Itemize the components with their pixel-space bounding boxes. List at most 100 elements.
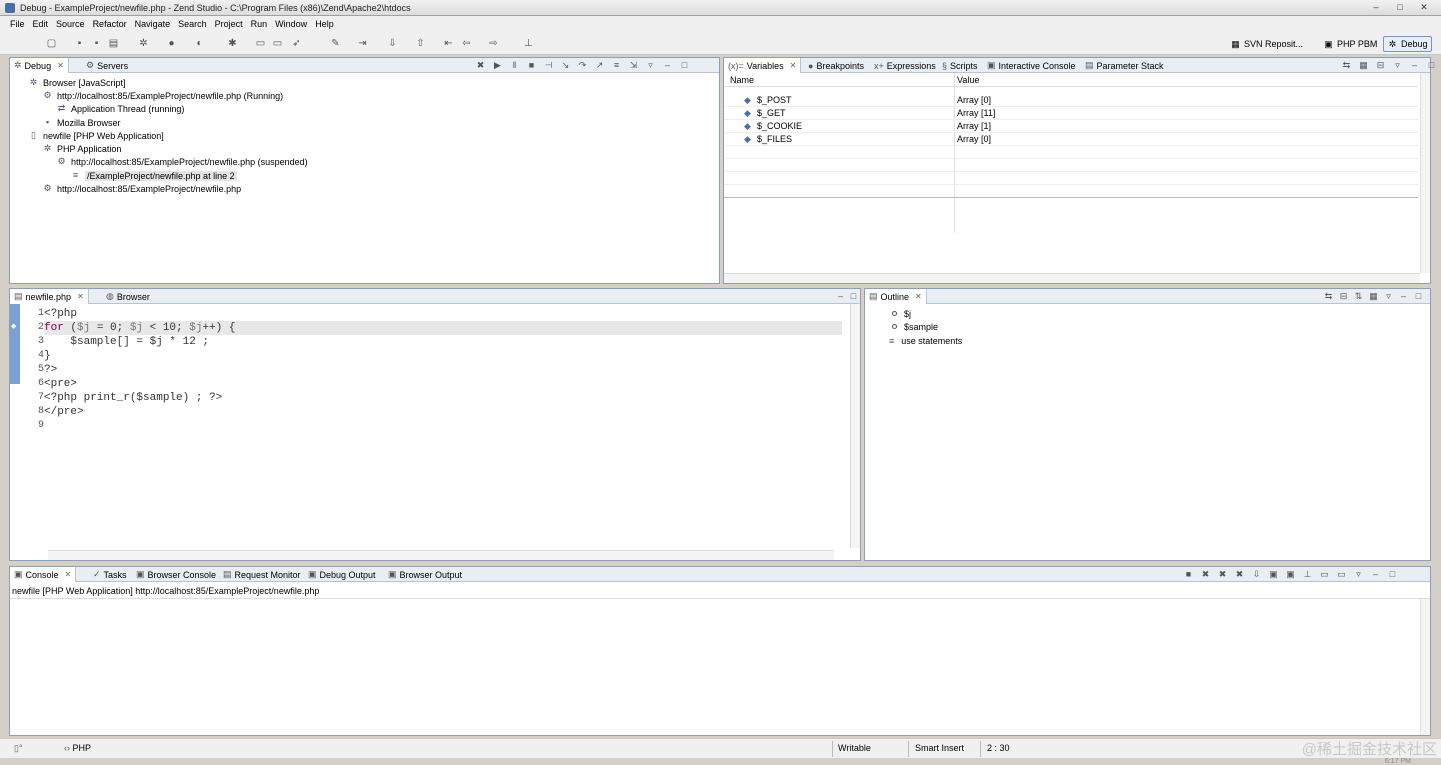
code-line[interactable]: <?php <box>44 307 842 321</box>
terminate-icon[interactable]: ■ <box>526 59 537 71</box>
view-menu-icon[interactable]: ▿ <box>645 59 656 71</box>
new-icon[interactable]: ▢ <box>45 37 58 50</box>
tab-expressions[interactable]: x+ Expressions <box>870 58 940 73</box>
tab-outline[interactable]: ▤ Outline ✕ <box>865 289 927 304</box>
tab-browser-output[interactable]: ▣ Browser Output <box>384 567 466 582</box>
minimize-view-icon[interactable]: – <box>1370 568 1381 580</box>
forward-icon[interactable]: ⇨ <box>487 37 500 50</box>
outline-item[interactable]: $j <box>892 307 911 320</box>
disconnect-icon[interactable]: ⊣ <box>543 59 554 71</box>
tab-variables[interactable]: (x)= Variables ✕ <box>724 58 802 73</box>
show-logical-structure-icon[interactable]: ▦ <box>1358 59 1369 71</box>
editor-hscrollbar[interactable] <box>48 550 834 560</box>
bug-icon[interactable]: ✱ <box>226 37 239 50</box>
next-annotation-icon[interactable]: ⇥ <box>356 37 369 50</box>
menu-file[interactable]: File <box>10 19 25 29</box>
show-on-error-icon[interactable]: ▣ <box>1285 568 1296 580</box>
menu-run[interactable]: Run <box>251 19 268 29</box>
code-line[interactable]: <?php print_r($sample) ; ?> <box>44 391 842 405</box>
column-name[interactable]: Name <box>730 75 754 85</box>
rocket-icon[interactable]: ➶ <box>290 37 303 50</box>
variable-row[interactable]: ◆ $_COOKIE Array [1] <box>724 120 1418 133</box>
variables-scrollbar[interactable] <box>1420 73 1430 273</box>
step-over-icon[interactable]: ↷ <box>577 59 588 71</box>
step-down-icon[interactable]: ⇩ <box>386 37 399 50</box>
tab-servers[interactable]: ⚙ Servers <box>82 58 132 73</box>
tree-item-browser-js[interactable]: ✲ Browser [JavaScript] <box>28 76 126 89</box>
remove-all-icon[interactable]: ✖ <box>1217 568 1228 580</box>
tab-breakpoints[interactable]: ● Breakpoints <box>804 58 868 73</box>
code-line[interactable] <box>44 419 842 433</box>
minimize-view-icon[interactable]: – <box>1409 59 1420 71</box>
link-with-editor-icon[interactable]: ⇆ <box>1323 290 1334 302</box>
menu-help[interactable]: Help <box>315 19 334 29</box>
tab-request-monitor[interactable]: ▤ Request Monitor <box>219 567 305 582</box>
menu-navigate[interactable]: Navigate <box>135 19 171 29</box>
minimize-button[interactable]: – <box>1365 1 1387 14</box>
variable-row[interactable]: ◆ $_FILES Array [0] <box>724 133 1418 146</box>
variable-row[interactable]: ◆ $_POST Array [0] <box>724 94 1418 107</box>
step-up-icon[interactable]: ⇧ <box>414 37 427 50</box>
clear-console-icon[interactable]: ✖ <box>1234 568 1245 580</box>
code-line[interactable]: ?> <box>44 363 842 377</box>
outline-item[interactable]: ≡ use statements <box>889 334 962 347</box>
external-tools-icon[interactable]: ◐ <box>193 37 206 50</box>
maximize-view-icon[interactable]: □ <box>848 290 859 302</box>
tree-item-php-web-application[interactable]: ▯ newfile [PHP Web Application] <box>28 129 164 142</box>
last-edit-icon[interactable]: ⇤ <box>442 37 455 50</box>
perspective-php-pbm[interactable]: ▣ PHP PBM <box>1323 36 1377 52</box>
code-line[interactable]: } <box>44 349 842 363</box>
menu-search[interactable]: Search <box>178 19 207 29</box>
close-icon[interactable]: ✕ <box>915 292 922 301</box>
view-menu-icon[interactable]: ▿ <box>1383 290 1394 302</box>
menu-refactor[interactable]: Refactor <box>93 19 127 29</box>
minimize-view-icon[interactable]: – <box>835 290 846 302</box>
maximize-view-icon[interactable]: □ <box>1387 568 1398 580</box>
tree-item-php-application[interactable]: ✲ PHP Application <box>42 142 122 155</box>
suspend-icon[interactable]: ‖ <box>509 59 520 71</box>
open-project-icon[interactable]: ▭ <box>271 37 284 50</box>
collapse-all-icon[interactable]: ⊟ <box>1375 59 1386 71</box>
perspective-debug[interactable]: ✲ Debug <box>1383 36 1432 52</box>
code-editor[interactable]: ◆ 1 2 3 4 5 6 7 8 9 <?php for ($j = 0; $… <box>10 304 860 548</box>
print-icon[interactable]: ▤ <box>107 37 120 50</box>
sort-icon[interactable]: ⇅ <box>1353 290 1364 302</box>
view-menu-icon[interactable]: ▿ <box>1392 59 1403 71</box>
minimize-view-icon[interactable]: – <box>662 59 673 71</box>
display-console-icon[interactable]: ▭ <box>1319 568 1330 580</box>
step-into-icon[interactable]: ↘ <box>560 59 571 71</box>
current-code-line[interactable]: for ($j = 0; $j < 10; $j++) { <box>44 321 842 335</box>
use-step-filters-icon[interactable]: ⇲ <box>628 59 639 71</box>
editor-scrollbar[interactable] <box>850 304 860 548</box>
close-icon[interactable]: ✕ <box>790 61 797 70</box>
pin-console-icon[interactable]: ⊥ <box>1302 568 1313 580</box>
terminate-icon[interactable]: ■ <box>1183 568 1194 580</box>
show-type-names-icon[interactable]: ⇆ <box>1341 59 1352 71</box>
back-icon[interactable]: ⇦ <box>460 37 473 50</box>
close-icon[interactable]: ✕ <box>65 570 72 579</box>
tab-interactive-console[interactable]: ▣ Interactive Console <box>983 58 1080 73</box>
tree-item-terminated-process[interactable]: ⚙ http://localhost:85/ExampleProject/new… <box>42 182 241 195</box>
tab-scripts[interactable]: § Scripts <box>938 58 982 73</box>
tree-item-stack-frame[interactable]: ≡ /ExampleProject/newfile.php at line 2 <box>70 169 237 182</box>
code-line[interactable]: $sample[] = $j * 12 ; <box>44 335 842 349</box>
fast-view-icon[interactable]: ▯° <box>14 743 23 754</box>
step-return-icon[interactable]: ↗ <box>594 59 605 71</box>
menu-window[interactable]: Window <box>275 19 307 29</box>
view-menu-icon[interactable]: ▿ <box>1353 568 1364 580</box>
minimize-view-icon[interactable]: – <box>1398 290 1409 302</box>
remove-launch-icon[interactable]: ✖ <box>1200 568 1211 580</box>
column-value[interactable]: Value <box>957 75 979 85</box>
pin-icon[interactable]: ⊥ <box>522 37 535 50</box>
filter-icon[interactable]: ▦ <box>1368 290 1379 302</box>
tab-debug[interactable]: ✲ Debug ✕ <box>10 58 69 73</box>
tree-item-application-thread[interactable]: ⇄ Application Thread (running) <box>56 102 185 115</box>
open-folder-icon[interactable]: ▭ <box>254 37 267 50</box>
variable-row[interactable]: ◆ $_GET Array [11] <box>724 107 1418 120</box>
close-icon[interactable]: ✕ <box>77 292 84 301</box>
code-line[interactable]: <pre> <box>44 377 842 391</box>
save-all-icon[interactable]: ▪ <box>90 37 103 50</box>
run-icon[interactable]: ● <box>165 37 178 50</box>
tab-console[interactable]: ▣ Console ✕ <box>10 567 77 582</box>
menu-edit[interactable]: Edit <box>33 19 49 29</box>
